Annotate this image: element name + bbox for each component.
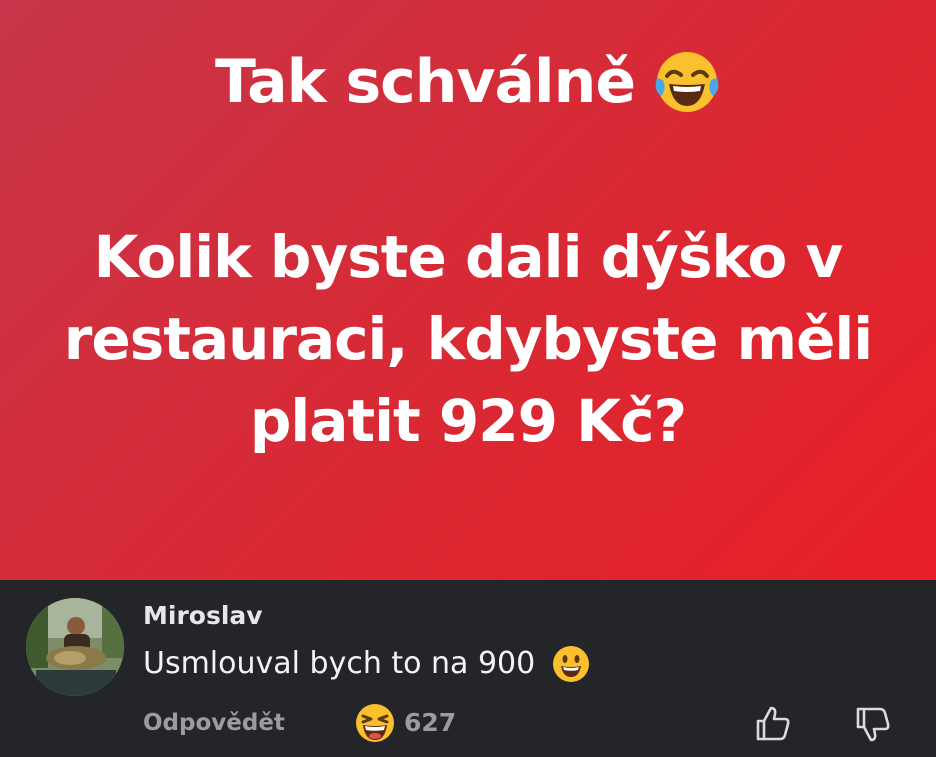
reaction-count: 627: [404, 708, 457, 737]
comment-text: Usmlouval bych to na 900: [143, 646, 536, 681]
post-title: Tak schválně: [214, 47, 636, 117]
grinning-squinting-face-icon: [356, 704, 394, 742]
avatar[interactable]: [26, 598, 124, 696]
dislike-button[interactable]: [852, 704, 892, 744]
avatar-photo: [26, 598, 124, 696]
like-button[interactable]: [752, 704, 792, 744]
comment-author[interactable]: Miroslav: [143, 600, 263, 632]
thumbs-down-icon: [856, 707, 890, 742]
reaction-summary[interactable]: 627: [354, 702, 456, 744]
thumbs-up-icon: [756, 706, 790, 741]
post-card: Tak schválně Kolik byste dali dýško v re…: [0, 0, 936, 580]
post-title-row: Tak schválně: [0, 42, 936, 122]
smiley-face-icon: [553, 646, 590, 682]
comment: Miroslav Usmlouval bych to na 900 Odpově…: [0, 580, 936, 757]
comment-actions: Odpovědět 627: [0, 698, 936, 748]
post-question: Kolik byste dali dýško v restauraci, kdy…: [63, 223, 873, 455]
comment-text-row: Usmlouval bych to na 900: [143, 644, 591, 684]
reply-button[interactable]: Odpovědět: [143, 708, 285, 738]
face-with-tears-of-joy-icon: [655, 52, 719, 112]
